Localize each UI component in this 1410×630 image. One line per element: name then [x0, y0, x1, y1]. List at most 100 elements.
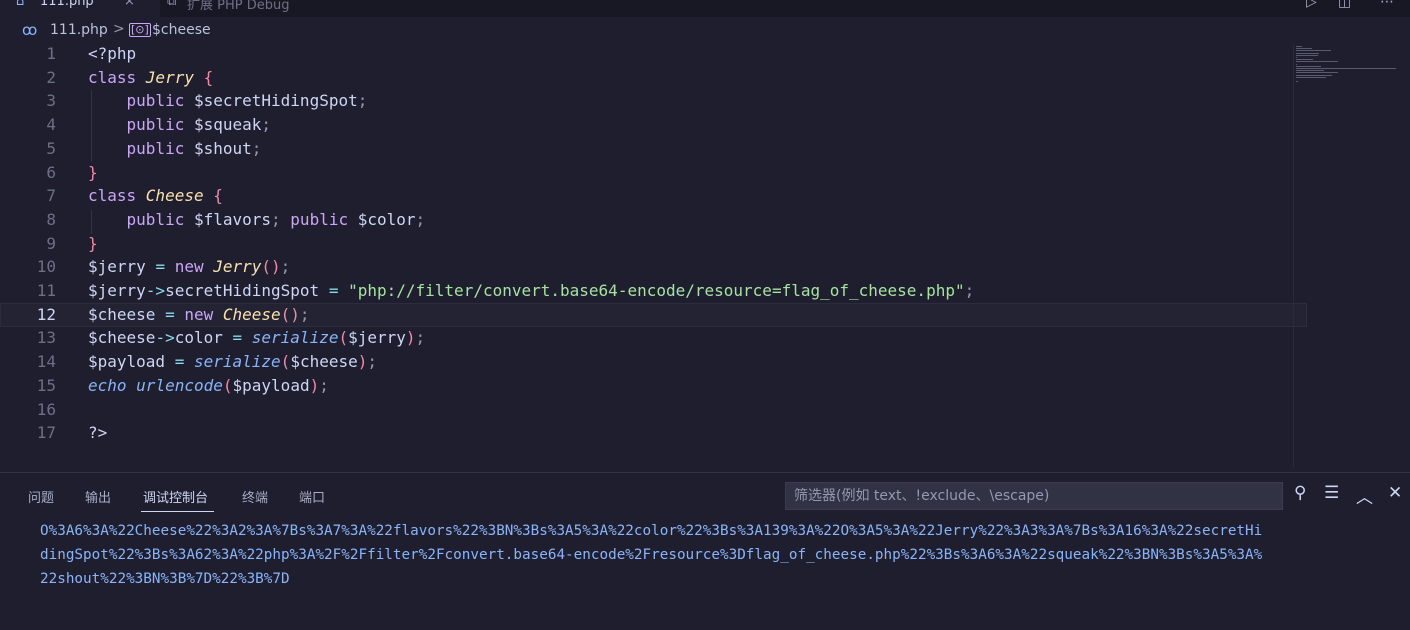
line-number[interactable]: 1 [0, 42, 56, 66]
line-number[interactable]: 10 [0, 255, 56, 279]
code-line[interactable]: 5 public $shout; [0, 137, 1307, 161]
line-number[interactable]: 17 [0, 421, 56, 445]
tab-output[interactable]: 输出 [85, 487, 111, 506]
line-number[interactable]: 8 [0, 208, 56, 232]
line-number[interactable]: 7 [0, 184, 56, 208]
minimap-line [1296, 50, 1331, 52]
line-number[interactable]: 12 [0, 303, 56, 327]
tab-ports[interactable]: 端口 [299, 487, 325, 506]
minimap[interactable] [1293, 44, 1405, 84]
code-line[interactable]: 15 echo urlencode($payload); [0, 374, 1307, 398]
code-line[interactable]: 2 class Jerry { [0, 66, 1307, 90]
code-text: $jerry = new Jerry(); [88, 257, 291, 277]
code-text: <?php [88, 44, 137, 63]
line-number[interactable]: 9 [0, 232, 56, 256]
code-text: $payload = serialize($cheese); [88, 352, 378, 372]
minimap-line [1296, 76, 1326, 78]
debug-console-output: O%3A6%3A%22Cheese%22%3A2%3A%7Bs%3A7%3A%2… [40, 519, 1410, 591]
maximize-panel-icon[interactable]: ︿ [1356, 483, 1373, 508]
tab-111-php[interactable]: ⌂ 111.php × [0, 0, 160, 17]
code-text: echo urlencode($payload); [88, 375, 329, 395]
code-text: public $flavors; public $color; [126, 209, 426, 229]
minimap-line [1296, 65, 1322, 67]
minimap-line [1296, 48, 1312, 50]
console-line: 22shout%22%3BN%3B%7D%22%3B%7D [40, 571, 290, 587]
code-line[interactable]: 1 <?php [0, 42, 1307, 66]
code-text: $cheese = new Cheese(); [88, 304, 310, 324]
code-line[interactable]: 14 $payload = serialize($cheese); [0, 350, 1307, 374]
code-line[interactable]: 11 $jerry->secretHidingSpot = "php://filt… [0, 279, 1307, 303]
minimap-line [1296, 54, 1318, 56]
variable-symbol-icon: [⊙] [129, 23, 151, 37]
code-line[interactable]: 12 $cheese = new Cheese(); [0, 302, 1307, 327]
breadcrumb-separator: > [113, 21, 125, 37]
extension-icon: ⧉ [167, 0, 177, 9]
console-filter-input[interactable]: 筛选器(例如 text、!exclude、\escape) [785, 482, 1283, 510]
line-number[interactable]: 3 [0, 89, 56, 113]
code-text: class Cheese { [88, 186, 223, 206]
tab-extension-php-debug[interactable]: ⧉ 扩展 PHP Debug [161, 0, 351, 17]
code-text: } [88, 233, 98, 253]
line-number[interactable]: 4 [0, 113, 56, 137]
minimap-line [1296, 70, 1324, 72]
minimap-line [1296, 68, 1396, 69]
clear-console-icon[interactable]: ☰ [1324, 483, 1339, 503]
code-text: ?> [88, 423, 108, 443]
php-elephant-icon: ꝏ [22, 21, 38, 39]
minimap-divider [1293, 44, 1294, 468]
code-line[interactable]: 17 ?> [0, 421, 1307, 445]
tab-label: 111.php [40, 0, 94, 9]
line-number[interactable]: 11 [0, 279, 56, 303]
minimap-line [1296, 46, 1302, 47]
split-editor-icon[interactable]: ◫ [1338, 0, 1351, 10]
breadcrumb-symbol[interactable]: $cheese [152, 22, 211, 38]
line-number[interactable]: 16 [0, 398, 56, 422]
line-number[interactable]: 15 [0, 374, 56, 398]
code-line[interactable]: 4 public $squeak; [0, 113, 1307, 137]
minimap-line [1296, 81, 1299, 83]
minimap-line [1296, 52, 1319, 54]
editor-tab-bar: ⌂ 111.php × ⧉ 扩展 PHP Debug ▷ ◫ ⋯ [0, 0, 1410, 17]
line-number[interactable]: 14 [0, 350, 56, 374]
more-actions-icon[interactable]: ⋯ [1380, 0, 1394, 10]
tab-problems[interactable]: 问题 [28, 487, 54, 506]
code-line[interactable]: 6} [0, 161, 1307, 185]
code-text: $jerry->secretHidingSpot = "php://filter… [88, 281, 975, 300]
run-icon[interactable]: ▷ [1306, 0, 1317, 10]
code-line[interactable]: 9} [0, 232, 1307, 256]
minimap-line [1296, 57, 1298, 58]
minimap-line [1296, 72, 1338, 74]
code-line[interactable]: 8 public $flavors; public $color; [0, 208, 1307, 232]
code-text: class Jerry { [88, 67, 214, 87]
line-number[interactable]: 13 [0, 326, 56, 350]
code-line[interactable]: 3 public $secretHidingSpot; [0, 89, 1307, 113]
code-line[interactable]: 7 class Cheese { [0, 184, 1307, 208]
active-tab-indicator [141, 511, 214, 512]
bottom-panel: 问题 输出 调试控制台 终端 端口 筛选器(例如 text、!exclude、\… [0, 472, 1410, 630]
breadcrumb-file[interactable]: 111.php [50, 22, 108, 38]
code-text: public $shout; [126, 138, 262, 158]
minimap-line [1296, 61, 1338, 63]
search-icon[interactable]: ⚲ [1294, 483, 1306, 503]
line-number[interactable]: 6 [0, 161, 56, 185]
code-text: public $secretHidingSpot; [126, 91, 368, 111]
code-text: $cheese->color = serialize($jerry); [88, 328, 426, 348]
code-line[interactable]: 13 $cheese->color = serialize($jerry); [0, 326, 1307, 350]
minimap-line [1296, 74, 1332, 76]
line-number[interactable]: 5 [0, 137, 56, 161]
close-panel-icon[interactable]: ✕ [1388, 483, 1402, 503]
tab-terminal[interactable]: 终端 [242, 487, 268, 506]
tab-label: 扩展 PHP Debug [187, 0, 290, 13]
tab-debug-console[interactable]: 调试控制台 [143, 487, 208, 506]
code-editor[interactable]: 1 <?php 2 class Jerry {3 public $secretHidi… [0, 42, 1410, 470]
code-line[interactable]: 10 $jerry = new Jerry(); [0, 255, 1307, 279]
console-line: dingSpot%22%3Bs%3A62%3A%22php%3A%2F%2Ffi… [40, 547, 1263, 563]
close-icon[interactable]: × [124, 0, 135, 9]
console-line: O%3A6%3A%22Cheese%22%3A2%3A%7Bs%3A7%3A%2… [40, 523, 1263, 539]
minimap-line [1296, 59, 1313, 61]
line-number[interactable]: 2 [0, 66, 56, 90]
minimap-line [1296, 63, 1298, 65]
code-text: } [88, 162, 98, 182]
code-text: public $squeak; [126, 115, 272, 135]
code-line[interactable]: 16 [0, 398, 1307, 422]
